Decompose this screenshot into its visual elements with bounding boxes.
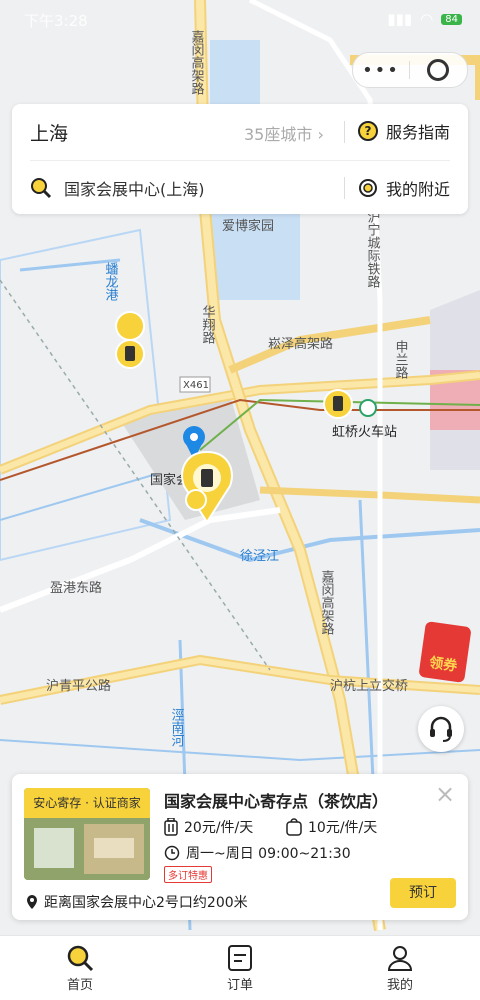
question-icon: ? [358,121,378,141]
road-label-jiamin-south: 嘉闵高架路 [319,570,335,635]
current-city[interactable]: 上海 [30,119,68,146]
tab-bar: 首页 订单 我的 [0,935,480,1000]
road-label-huqingping: 沪青平公路 [46,678,111,694]
status-bar: 下午3:28 ▮▮▮ ◠ 84 [0,6,480,32]
divider [344,177,345,199]
label-panlong: 蟠龙港 [103,262,119,301]
road-label-huaxiang: 华翔路 [200,305,216,344]
book-button[interactable]: 预订 [390,878,456,908]
service-guide-button[interactable]: ? 服务指南 [358,119,450,143]
road-label-shenlan: 申兰路 [393,340,409,379]
locate-icon [359,179,377,197]
tab-orders[interactable]: 订单 [190,942,290,993]
close-circle-icon [427,59,449,81]
backpack-icon [286,818,302,836]
nearby-button[interactable]: 我的附近 [358,176,450,200]
more-menu-button[interactable]: ••• [353,60,409,81]
metro-icon [359,399,377,417]
road-label-x461: X461 [183,380,209,391]
divider [30,160,450,161]
service-guide-label: 服务指南 [386,123,451,142]
chevron-right-icon: › [317,125,324,144]
search-row: 国家会展中心(上海) 我的附近 [12,162,468,214]
store-distance-label: 距离国家会展中心2号口约200米 [44,895,248,911]
label-xujing: 徐泾江 [240,549,279,564]
search-icon [31,178,52,199]
coupon-label: 领券 [428,655,459,675]
city-count-label: 35座城市 [244,125,313,144]
store-distance: 距离国家会展中心2号口约200米 [26,892,248,912]
close-icon[interactable]: × [434,782,456,806]
tab-orders-label: 订单 [226,978,253,993]
tab-home-label: 首页 [66,978,93,993]
search-card: 上海 35座城市 › ? 服务指南 国家会展中心(上海) 我的附近 [12,104,468,214]
road-label-yingang: 盈港东路 [50,580,102,596]
status-icons: ▮▮▮ ◠ 84 [387,10,462,28]
road-label-jiamin-north: 嘉闵高架路 [189,30,205,95]
road-label-songze: 崧泽高架路 [268,336,333,352]
customer-service-button[interactable] [418,706,464,752]
coupon-button[interactable]: 领券 [418,621,472,683]
price-luggage-label: 20元/件/天 [184,820,254,836]
tab-profile-label: 我的 [386,978,413,993]
store-card[interactable]: 安心寄存 · 认证商家 国家会展中心寄存点（茶饮店） × 20元/件/天 10元… [12,774,468,920]
user-icon [387,946,413,971]
search-home-icon [67,945,94,972]
promo-tag: 多订特惠 [164,866,212,883]
opening-hours: 周一~周日 09:00~21:30 [164,843,351,863]
luggage-icon [164,818,178,836]
city-count-link[interactable]: 35座城市 › [244,121,324,145]
wifi-icon: ◠ [420,10,434,28]
location-icon [27,895,37,909]
storage-pin-hongqiao[interactable] [323,389,353,419]
certified-badge: 安心寄存 · 认证商家 [24,788,150,818]
label-jiangnan: 涇南河 [169,708,185,747]
headset-icon [430,716,452,742]
label-huhang: 沪杭上立交桥 [330,678,408,694]
battery-icon: 84 [441,13,462,25]
city-row: 上海 35座城市 › ? 服务指南 [12,104,468,160]
tab-home[interactable]: 首页 [30,942,130,993]
close-miniprogram-button[interactable] [410,59,466,81]
road-label-huning: 沪宁城际铁路 [365,209,381,288]
nearby-label: 我的附近 [386,180,451,199]
signal-icon: ▮▮▮ [387,10,413,28]
status-time: 下午3:28 [24,12,88,30]
label-hongqiao: 虹桥火车站 [332,424,397,440]
search-input[interactable]: 国家会展中心(上海) [64,176,205,200]
mini-program-capsule: ••• [352,52,468,88]
tab-profile[interactable]: 我的 [350,942,450,993]
order-icon [228,945,252,971]
price-luggage: 20元/件/天 [164,817,253,837]
opening-hours-label: 周一~周日 09:00~21:30 [186,846,351,862]
price-bag-label: 10元/件/天 [308,820,378,836]
label-aibo: 爱博家园 [222,218,274,234]
price-bag: 10元/件/天 [286,817,377,837]
storage-pin-small[interactable] [185,489,207,511]
clock-icon [164,845,180,861]
divider [344,121,345,143]
store-name: 国家会展中心寄存点（茶饮店） [164,792,389,811]
